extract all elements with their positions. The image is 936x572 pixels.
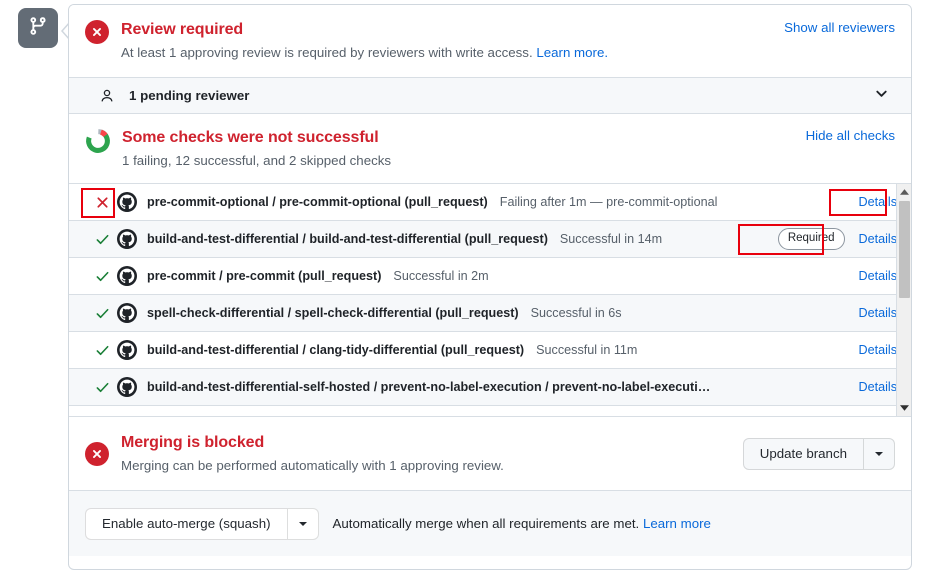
- enable-auto-merge-button-group[interactable]: Enable auto-merge (squash): [85, 508, 319, 540]
- check-description: Successful in 6s: [531, 306, 622, 320]
- enable-auto-merge-dropdown-button[interactable]: [287, 508, 319, 540]
- required-badge: Required: [778, 228, 845, 250]
- check-description: Failing after 1m — pre-commit-optional: [500, 195, 718, 209]
- merge-box: Review required At least 1 approving rev…: [68, 4, 912, 570]
- auto-merge-description: Automatically merge when all requirement…: [333, 516, 711, 531]
- chevron-down-icon: [299, 522, 307, 526]
- check-row[interactable]: build-and-test-differential / build-and-…: [69, 221, 911, 258]
- auto-merge-section: Enable auto-merge (squash) Automatically…: [69, 490, 911, 556]
- check-name[interactable]: pre-commit / pre-commit (pull_request): [147, 269, 381, 283]
- pending-reviewer-row[interactable]: 1 pending reviewer: [69, 77, 911, 114]
- github-actions-icon: [117, 303, 137, 323]
- check-name[interactable]: build-and-test-differential / clang-tidy…: [147, 343, 524, 357]
- show-all-reviewers-link[interactable]: Show all reviewers: [784, 20, 895, 35]
- hide-all-checks-link[interactable]: Hide all checks: [806, 128, 895, 143]
- enable-auto-merge-button[interactable]: Enable auto-merge (squash): [85, 508, 287, 540]
- check-name[interactable]: build-and-test-differential / build-and-…: [147, 232, 548, 246]
- scroll-down-arrow-icon[interactable]: [897, 401, 912, 415]
- merging-blocked-subtitle: Merging can be performed automatically w…: [121, 456, 729, 476]
- chevron-down-icon: [875, 452, 883, 456]
- checks-list[interactable]: pre-commit-optional / pre-commit-optiona…: [69, 184, 911, 416]
- scroll-up-arrow-icon[interactable]: [897, 185, 912, 199]
- check-details-link[interactable]: Details: [859, 269, 898, 283]
- pending-reviewer-label: 1 pending reviewer: [129, 88, 874, 103]
- update-branch-button[interactable]: Update branch: [743, 438, 863, 470]
- check-icon: [87, 232, 117, 247]
- check-description: Successful in 14m: [560, 232, 662, 246]
- donut-progress-icon: [85, 128, 111, 159]
- check-details-link[interactable]: Details: [859, 306, 898, 320]
- chevron-down-icon[interactable]: [874, 86, 889, 106]
- scrollbar-thumb[interactable]: [899, 201, 910, 298]
- checks-subtitle: 1 failing, 12 successful, and 2 skipped …: [122, 151, 792, 171]
- checks-list-wrapper: pre-commit-optional / pre-commit-optiona…: [69, 183, 911, 416]
- check-name[interactable]: spell-check-differential / spell-check-d…: [147, 306, 519, 320]
- github-actions-icon: [117, 229, 137, 249]
- github-actions-icon: [117, 266, 137, 286]
- check-icon: [87, 269, 117, 284]
- checks-title: Some checks were not successful: [122, 127, 792, 149]
- review-required-subtitle-text: At least 1 approving review is required …: [121, 45, 533, 60]
- x-circle-icon: [85, 20, 109, 44]
- review-learn-more-link[interactable]: Learn more.: [536, 45, 608, 60]
- git-branch-badge[interactable]: [18, 8, 58, 48]
- github-actions-icon: [117, 377, 137, 397]
- check-details-link[interactable]: Details: [859, 195, 898, 209]
- git-branch-icon: [28, 16, 48, 41]
- check-details-link[interactable]: Details: [859, 232, 898, 246]
- check-icon: [87, 343, 117, 358]
- check-icon: [87, 380, 117, 395]
- screen: Review required At least 1 approving rev…: [0, 0, 936, 572]
- checks-header-section: Some checks were not successful 1 failin…: [69, 114, 911, 183]
- check-row[interactable]: build-and-test-differential / clang-tidy…: [69, 332, 911, 369]
- review-required-title: Review required: [121, 19, 770, 41]
- check-name[interactable]: build-and-test-differential-self-hosted …: [147, 380, 710, 394]
- review-required-subtitle: At least 1 approving review is required …: [121, 43, 770, 63]
- github-actions-icon: [117, 340, 137, 360]
- check-description: Successful in 2m: [393, 269, 488, 283]
- update-branch-button-group[interactable]: Update branch: [743, 438, 895, 470]
- check-row[interactable]: pre-commit / pre-commit (pull_request) Su…: [69, 258, 911, 295]
- check-row[interactable]: spell-check-differential / spell-check-d…: [69, 295, 911, 332]
- update-branch-dropdown-button[interactable]: [863, 438, 895, 470]
- check-row[interactable]: build-and-test-differential-self-hosted …: [69, 369, 911, 406]
- merging-blocked-title: Merging is blocked: [121, 432, 729, 454]
- github-actions-icon: [117, 192, 137, 212]
- checks-scrollbar[interactable]: [896, 184, 911, 416]
- check-row[interactable]: pre-commit-optional / pre-commit-optiona…: [69, 184, 911, 221]
- left-rail: [0, 0, 68, 572]
- review-required-section: Review required At least 1 approving rev…: [69, 5, 911, 77]
- person-icon: [99, 87, 117, 105]
- check-name[interactable]: pre-commit-optional / pre-commit-optiona…: [147, 195, 488, 209]
- merging-blocked-section: Merging is blocked Merging can be perfor…: [69, 416, 911, 490]
- auto-merge-learn-more-link[interactable]: Learn more: [643, 516, 711, 531]
- check-description: Successful in 11m: [536, 343, 637, 357]
- auto-merge-description-text: Automatically merge when all requirement…: [333, 516, 640, 531]
- check-details-link[interactable]: Details: [859, 380, 898, 394]
- check-details-link[interactable]: Details: [859, 343, 898, 357]
- x-icon: [87, 195, 117, 210]
- x-circle-icon-blocked: [85, 442, 109, 466]
- check-icon: [87, 306, 117, 321]
